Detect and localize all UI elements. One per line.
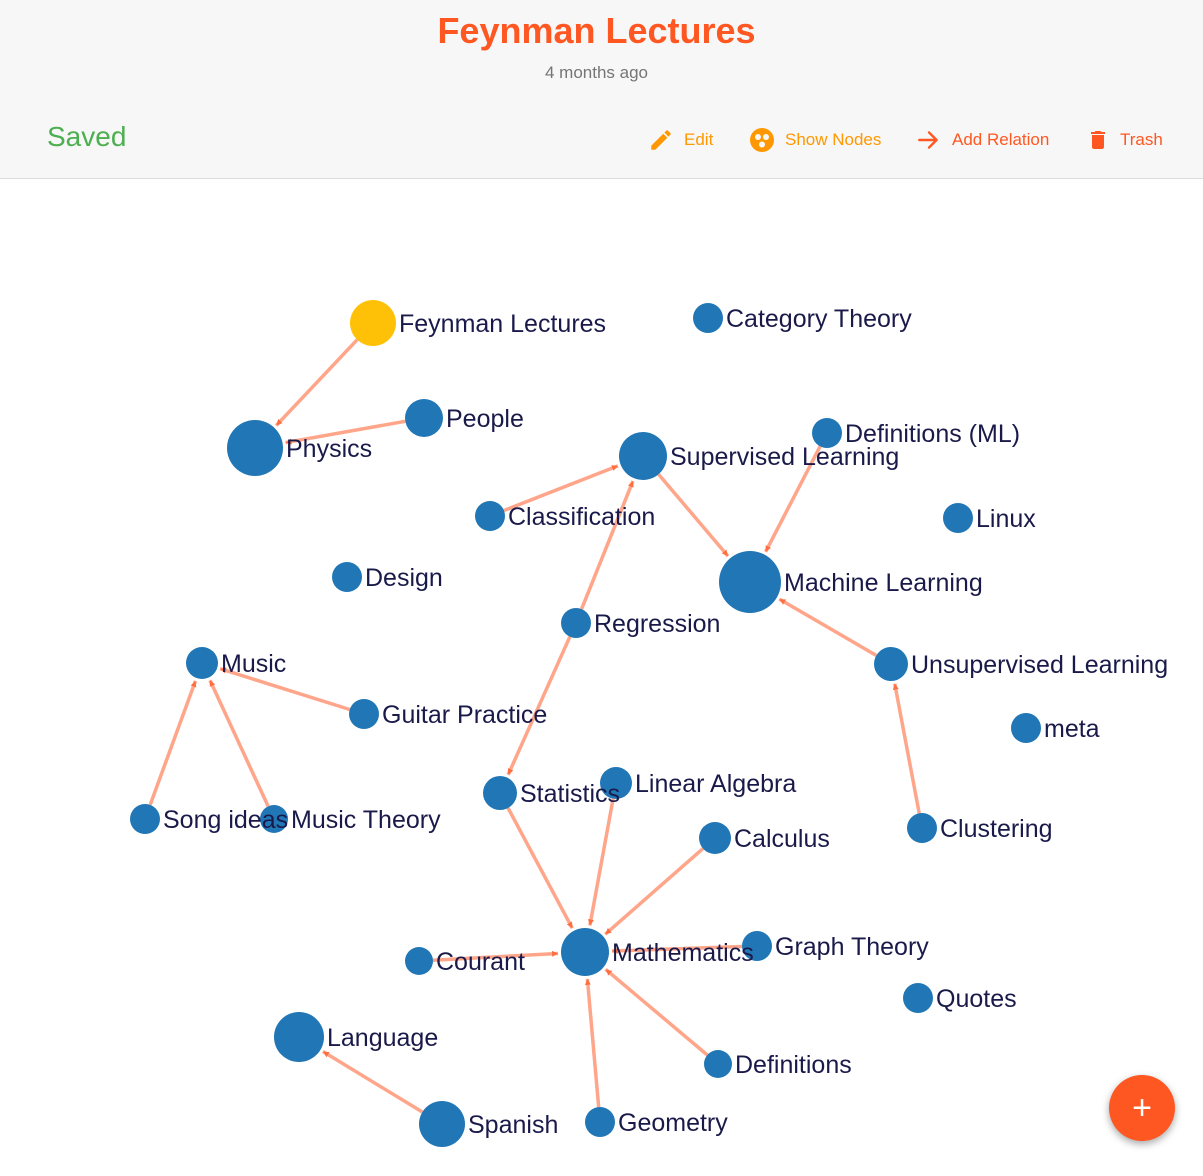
node-label-courant: Courant bbox=[436, 948, 525, 976]
node-label-category-theory: Category Theory bbox=[726, 305, 912, 333]
edge-unsupervised-learning-to-machine-learning bbox=[778, 597, 878, 657]
node-music[interactable] bbox=[186, 647, 218, 679]
node-label-statistics: Statistics bbox=[520, 780, 620, 808]
node-label-definitions: Definitions bbox=[735, 1051, 852, 1079]
node-guitar-practice[interactable] bbox=[349, 699, 379, 729]
edge-feynman-lectures-to-physics bbox=[275, 338, 359, 427]
node-design[interactable] bbox=[332, 562, 362, 592]
node-label-quotes: Quotes bbox=[936, 985, 1017, 1013]
node-clustering[interactable] bbox=[907, 813, 937, 843]
node-mathematics[interactable] bbox=[561, 928, 609, 976]
node-calculus[interactable] bbox=[699, 822, 731, 854]
node-label-graph-theory: Graph Theory bbox=[775, 933, 929, 961]
edge-statistics-to-mathematics bbox=[506, 807, 574, 930]
node-label-spanish: Spanish bbox=[468, 1111, 558, 1139]
node-label-machine-learning: Machine Learning bbox=[784, 569, 983, 597]
node-label-physics: Physics bbox=[286, 435, 372, 463]
node-classification[interactable] bbox=[475, 501, 505, 531]
edge-calculus-to-mathematics bbox=[604, 847, 705, 936]
node-physics[interactable] bbox=[227, 420, 283, 476]
edge-clustering-to-unsupervised-learning bbox=[892, 683, 921, 814]
node-label-classification: Classification bbox=[508, 503, 655, 531]
node-meta[interactable] bbox=[1011, 713, 1041, 743]
node-category-theory[interactable] bbox=[693, 303, 723, 333]
node-label-regression: Regression bbox=[594, 610, 720, 638]
node-label-calculus: Calculus bbox=[734, 825, 830, 853]
node-label-clustering: Clustering bbox=[940, 815, 1053, 843]
node-label-linux: Linux bbox=[976, 505, 1036, 533]
node-label-geometry: Geometry bbox=[618, 1109, 728, 1137]
node-label-supervised-learning: Supervised Learning bbox=[670, 443, 899, 471]
knowledge-graph[interactable]: Feynman Lectures Category Theory People Phy… bbox=[0, 0, 1203, 1176]
edge-spanish-to-language bbox=[322, 1050, 424, 1114]
node-people[interactable] bbox=[405, 399, 443, 437]
node-spanish[interactable] bbox=[419, 1101, 465, 1147]
node-regression[interactable] bbox=[561, 608, 591, 638]
node-linux[interactable] bbox=[943, 503, 973, 533]
node-label-song-ideas: Song ideas bbox=[163, 806, 288, 834]
edge-geometry-to-mathematics bbox=[584, 978, 601, 1108]
node-song-ideas[interactable] bbox=[130, 804, 160, 834]
node-label-feynman-lectures: Feynman Lectures bbox=[399, 310, 606, 338]
node-language[interactable] bbox=[274, 1012, 324, 1062]
node-label-language: Language bbox=[327, 1024, 438, 1052]
node-label-unsupervised-learning: Unsupervised Learning bbox=[911, 651, 1168, 679]
node-label-design: Design bbox=[365, 564, 443, 592]
node-label-music-theory: Music Theory bbox=[291, 806, 441, 834]
edge-supervised-learning-to-machine-learning bbox=[657, 473, 730, 558]
node-geometry[interactable] bbox=[585, 1107, 615, 1137]
node-label-meta: meta bbox=[1044, 715, 1100, 743]
node-label-mathematics: Mathematics bbox=[612, 939, 754, 967]
edge-song-ideas-to-music bbox=[148, 680, 198, 806]
node-supervised-learning[interactable] bbox=[619, 432, 667, 480]
node-definitions[interactable] bbox=[704, 1050, 732, 1078]
node-feynman-lectures[interactable] bbox=[350, 300, 396, 346]
node-statistics[interactable] bbox=[483, 776, 517, 810]
node-label-linear-algebra: Linear Algebra bbox=[635, 770, 796, 798]
edge-regression-to-supervised-learning bbox=[579, 480, 635, 610]
edge-linear-algebra-to-mathematics bbox=[588, 798, 615, 926]
node-courant[interactable] bbox=[405, 947, 433, 975]
node-quotes[interactable] bbox=[903, 983, 933, 1013]
edge-definitions-to-mathematics bbox=[604, 968, 709, 1057]
node-unsupervised-learning[interactable] bbox=[874, 647, 908, 681]
node-machine-learning[interactable] bbox=[719, 551, 781, 613]
graph-nodes: Feynman Lectures Category Theory People Phy… bbox=[130, 300, 1168, 1147]
edge-music-theory-to-music bbox=[208, 679, 270, 808]
node-label-guitar-practice: Guitar Practice bbox=[382, 701, 547, 729]
node-label-music: Music bbox=[221, 650, 286, 678]
node-label-people: People bbox=[446, 405, 524, 433]
add-node-fab[interactable]: + bbox=[1109, 1075, 1175, 1141]
